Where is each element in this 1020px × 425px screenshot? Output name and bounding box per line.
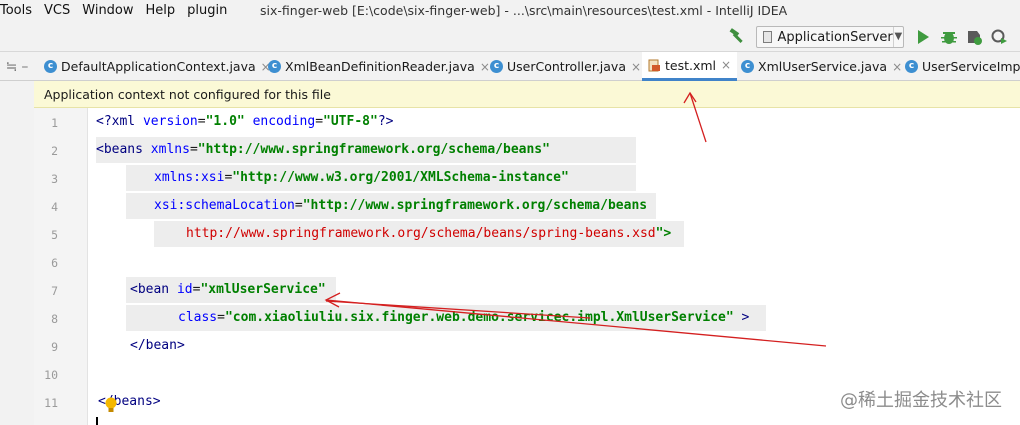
line-number: 3 xyxy=(51,172,58,186)
token: http://www.springframework.org/schema/be… xyxy=(186,226,656,241)
token: </bean> xyxy=(130,338,185,353)
code-line-8: class="com.xiaoliuliu.six.finger.web.dem… xyxy=(178,304,749,332)
tab-label: UserController.java xyxy=(507,59,626,74)
line-number: 2 xyxy=(51,144,58,158)
line-number: 11 xyxy=(44,396,58,410)
code-line-9: </bean> xyxy=(130,332,185,360)
token: "http://www.springframework.org/schema/b… xyxy=(197,142,550,157)
code-line-3: xmlns:xsi="http://www.w3.org/2001/XMLSch… xyxy=(154,164,569,192)
token: = xyxy=(315,114,324,129)
menu-help[interactable]: Help xyxy=(140,0,182,22)
line-gutter: 1 2 3 4 5 6 7 8 9 10 11 xyxy=(34,108,88,425)
token: <beans xyxy=(96,142,143,157)
window-title: six-finger-web [E:\code\six-finger-web] … xyxy=(260,3,788,18)
token: "1.0" xyxy=(205,114,245,129)
editor-tab-strip: ≒ – c DefaultApplicationContext.java × c… xyxy=(0,52,1020,81)
token: id xyxy=(176,282,193,297)
close-icon[interactable]: × xyxy=(631,60,641,74)
class-icon: c xyxy=(44,60,57,73)
token: xsi xyxy=(154,198,178,213)
tab-xmluserservice[interactable]: c XmlUserService.java × xyxy=(741,52,902,81)
menu-vcs[interactable]: VCS xyxy=(38,0,76,22)
code-editor[interactable]: 1 2 3 4 5 6 7 8 9 10 11 <?xml version="1… xyxy=(34,108,1020,425)
token: xmlns xyxy=(150,142,190,157)
tab-label: UserServiceImpl. xyxy=(922,59,1020,74)
tab-label: XmlBeanDefinitionReader.java xyxy=(285,59,475,74)
tab-xmlbeandefinitionreader[interactable]: c XmlBeanDefinitionReader.java × xyxy=(268,52,490,81)
menu-tools[interactable]: Tools xyxy=(0,0,38,22)
token: "> xyxy=(655,226,672,241)
tab-test-xml[interactable]: test.xml × xyxy=(642,52,738,81)
code-line-1: <?xml version="1.0" encoding="UTF-8"?> xyxy=(96,108,393,136)
coverage-icon[interactable] xyxy=(965,28,983,46)
code-line-5: http://www.springframework.org/schema/be… xyxy=(186,220,671,248)
xml-file-icon xyxy=(648,59,660,71)
class-icon: c xyxy=(268,60,281,73)
chevron-down-icon: ▼ xyxy=(892,27,903,47)
profile-icon[interactable] xyxy=(990,28,1008,46)
tab-usercontroller[interactable]: c UserController.java × xyxy=(490,52,641,81)
text-cursor xyxy=(96,417,98,425)
class-icon: c xyxy=(490,60,503,73)
token: = xyxy=(294,198,303,213)
close-icon[interactable]: × xyxy=(721,58,731,72)
line-number: 1 xyxy=(51,116,58,130)
run-config-icon xyxy=(763,31,772,43)
menu-window[interactable]: Window xyxy=(76,0,139,22)
watermark: @稀土掘金技术社区 xyxy=(840,390,1002,411)
toolbar: ApplicationServer ▼ xyxy=(0,22,1020,52)
left-tool-strip xyxy=(0,81,34,425)
tab-strip-controls[interactable]: ≒ – xyxy=(0,52,34,81)
tab-defaultapplicationcontext[interactable]: c DefaultApplicationContext.java × xyxy=(44,52,271,81)
token: "com.xiaoliuliu.six.finger.web.demo.serv… xyxy=(224,310,734,325)
class-icon: c xyxy=(905,60,918,73)
token: xmlns:xsi xyxy=(154,170,225,185)
token: <bean xyxy=(130,282,170,297)
code-line-2: <beans xmlns="http://www.springframework… xyxy=(96,136,550,164)
tab-label: DefaultApplicationContext.java xyxy=(61,59,256,74)
close-icon[interactable]: × xyxy=(480,60,490,74)
line-number: 5 xyxy=(51,228,58,242)
menu-plugin[interactable]: plugin xyxy=(181,0,233,22)
class-icon: c xyxy=(741,60,754,73)
tab-userserviceimpl[interactable]: c UserServiceImpl. xyxy=(905,52,1020,81)
token: "http://www.springframework.org/schema/b… xyxy=(302,198,648,213)
line-number: 8 xyxy=(51,312,58,326)
token: = xyxy=(197,114,206,129)
run-config-label: ApplicationServer xyxy=(777,29,893,45)
token: <? xyxy=(96,114,112,129)
line-number: 9 xyxy=(51,340,58,354)
token: > xyxy=(733,310,750,325)
run-icon[interactable] xyxy=(914,28,932,46)
lightbulb-icon[interactable] xyxy=(104,396,118,414)
run-configuration-select[interactable]: ApplicationServer ▼ xyxy=(756,26,904,48)
line-number: 6 xyxy=(51,256,58,270)
tab-label: test.xml xyxy=(665,57,717,73)
tab-label: XmlUserService.java xyxy=(758,59,888,74)
token: "xmlUserService" xyxy=(200,282,326,297)
hammer-icon[interactable] xyxy=(728,27,746,45)
code-line-7: <bean id="xmlUserService" xyxy=(130,276,326,304)
token: :schemaLocation xyxy=(177,198,295,213)
token: = xyxy=(189,142,198,157)
line-number: 4 xyxy=(51,200,58,214)
debug-icon[interactable] xyxy=(940,28,958,46)
notification-text: Application context not configured for t… xyxy=(44,86,331,102)
token: ?> xyxy=(377,114,394,129)
token: class xyxy=(178,310,218,325)
token: "UTF-8" xyxy=(323,114,378,129)
line-number: 7 xyxy=(51,284,58,298)
minus-icon[interactable]: – xyxy=(21,59,28,75)
line-number: 10 xyxy=(44,368,58,382)
close-icon[interactable]: × xyxy=(892,60,902,74)
token: "http://www.w3.org/2001/XMLSchema-instan… xyxy=(232,170,569,185)
token: version xyxy=(142,114,198,129)
token: xml xyxy=(111,114,136,129)
token: = xyxy=(217,310,225,325)
code-line-4: xsi:schemaLocation="http://www.springfra… xyxy=(154,192,647,220)
collapse-icon[interactable]: ≒ xyxy=(6,59,18,75)
notification-bar: Application context not configured for t… xyxy=(34,81,1020,108)
token: encoding xyxy=(252,114,316,129)
